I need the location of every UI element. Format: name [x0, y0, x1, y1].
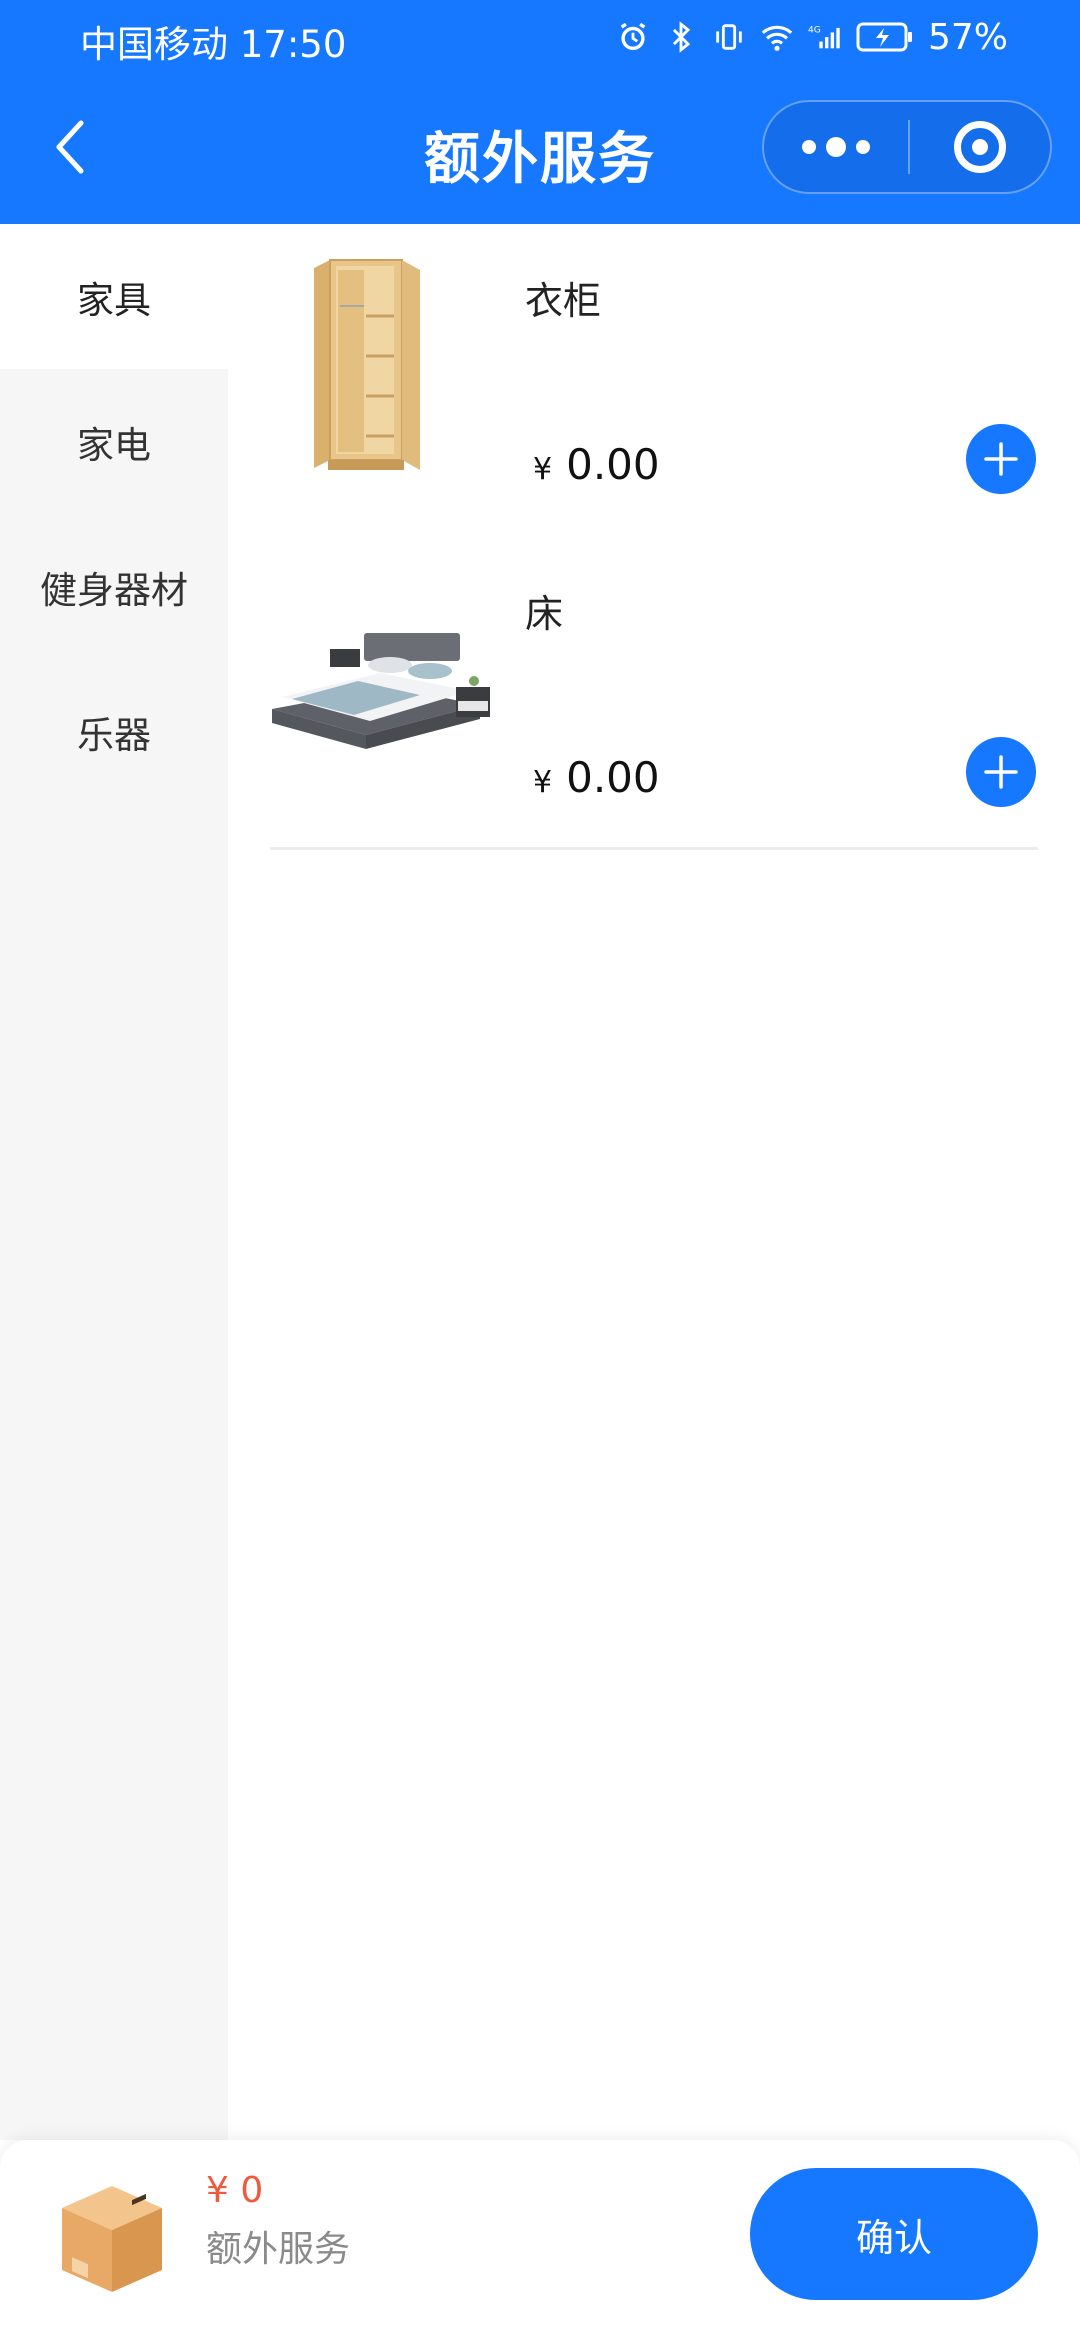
carrier-time: 中国移动 17:50 — [80, 23, 347, 66]
wardrobe-image — [314, 259, 420, 470]
add-wardrobe-button[interactable] — [966, 424, 1036, 494]
total-price: ¥ 0 — [206, 2170, 264, 2211]
battery-icon — [856, 22, 912, 52]
price-value: 0.00 — [566, 753, 660, 802]
checkout-bar: ¥ 0 额外服务 确认 — [0, 2140, 1080, 2340]
confirm-button[interactable]: 确认 — [750, 2168, 1038, 2300]
list-divider — [270, 847, 1038, 850]
plus-icon — [984, 442, 1018, 476]
status-icons: 4G 57% — [616, 12, 1008, 62]
product-name: 床 — [525, 592, 564, 636]
bluetooth-icon — [672, 21, 691, 53]
package-box-icon — [62, 2186, 162, 2292]
product-price: ¥0.00 — [533, 753, 660, 802]
more-dot — [826, 137, 846, 157]
signal-icon: 4G — [808, 25, 840, 49]
sidebar-item-fitness[interactable]: 健身器材 — [0, 514, 228, 659]
list-item: 衣柜 ¥0.00 — [228, 224, 1080, 537]
currency-symbol: ¥ — [533, 452, 553, 487]
header: 中国移动 17:50 4G 57% 额外服务 — [0, 0, 1080, 224]
status-bar: 中国移动 17:50 4G 57% — [0, 0, 1080, 74]
miniprogram-capsule — [762, 100, 1052, 194]
alarm-icon — [620, 22, 646, 51]
plus-icon — [984, 755, 1018, 789]
target-circle-icon — [954, 121, 1006, 173]
close-miniprogram-button[interactable] — [910, 102, 1050, 192]
bed-image — [272, 633, 490, 749]
sidebar-item-furniture[interactable]: 家具 — [0, 224, 228, 369]
product-name: 衣柜 — [525, 279, 602, 323]
more-dot — [802, 140, 816, 154]
wifi-icon — [761, 25, 793, 51]
more-dot — [856, 140, 870, 154]
vibrate-icon — [716, 24, 742, 50]
price-value: 0.00 — [566, 440, 660, 489]
sidebar-item-appliances[interactable]: 家电 — [0, 369, 228, 514]
battery-percent: 57% — [927, 16, 1008, 58]
currency-symbol: ¥ — [533, 765, 553, 800]
list-item: 床 ¥0.00 — [228, 537, 1080, 850]
network-label: 4G — [808, 25, 821, 35]
total-label: 额外服务 — [206, 2229, 351, 2270]
product-list: 衣柜 ¥0.00 床 ¥0.00 — [228, 224, 1080, 850]
product-price: ¥0.00 — [533, 440, 660, 489]
add-bed-button[interactable] — [966, 737, 1036, 807]
more-button[interactable] — [764, 102, 908, 192]
category-sidebar: 家具 家电 健身器材 乐器 — [0, 224, 228, 2140]
sidebar-item-instruments[interactable]: 乐器 — [0, 659, 228, 804]
navigation-bar: 额外服务 — [0, 74, 1080, 224]
